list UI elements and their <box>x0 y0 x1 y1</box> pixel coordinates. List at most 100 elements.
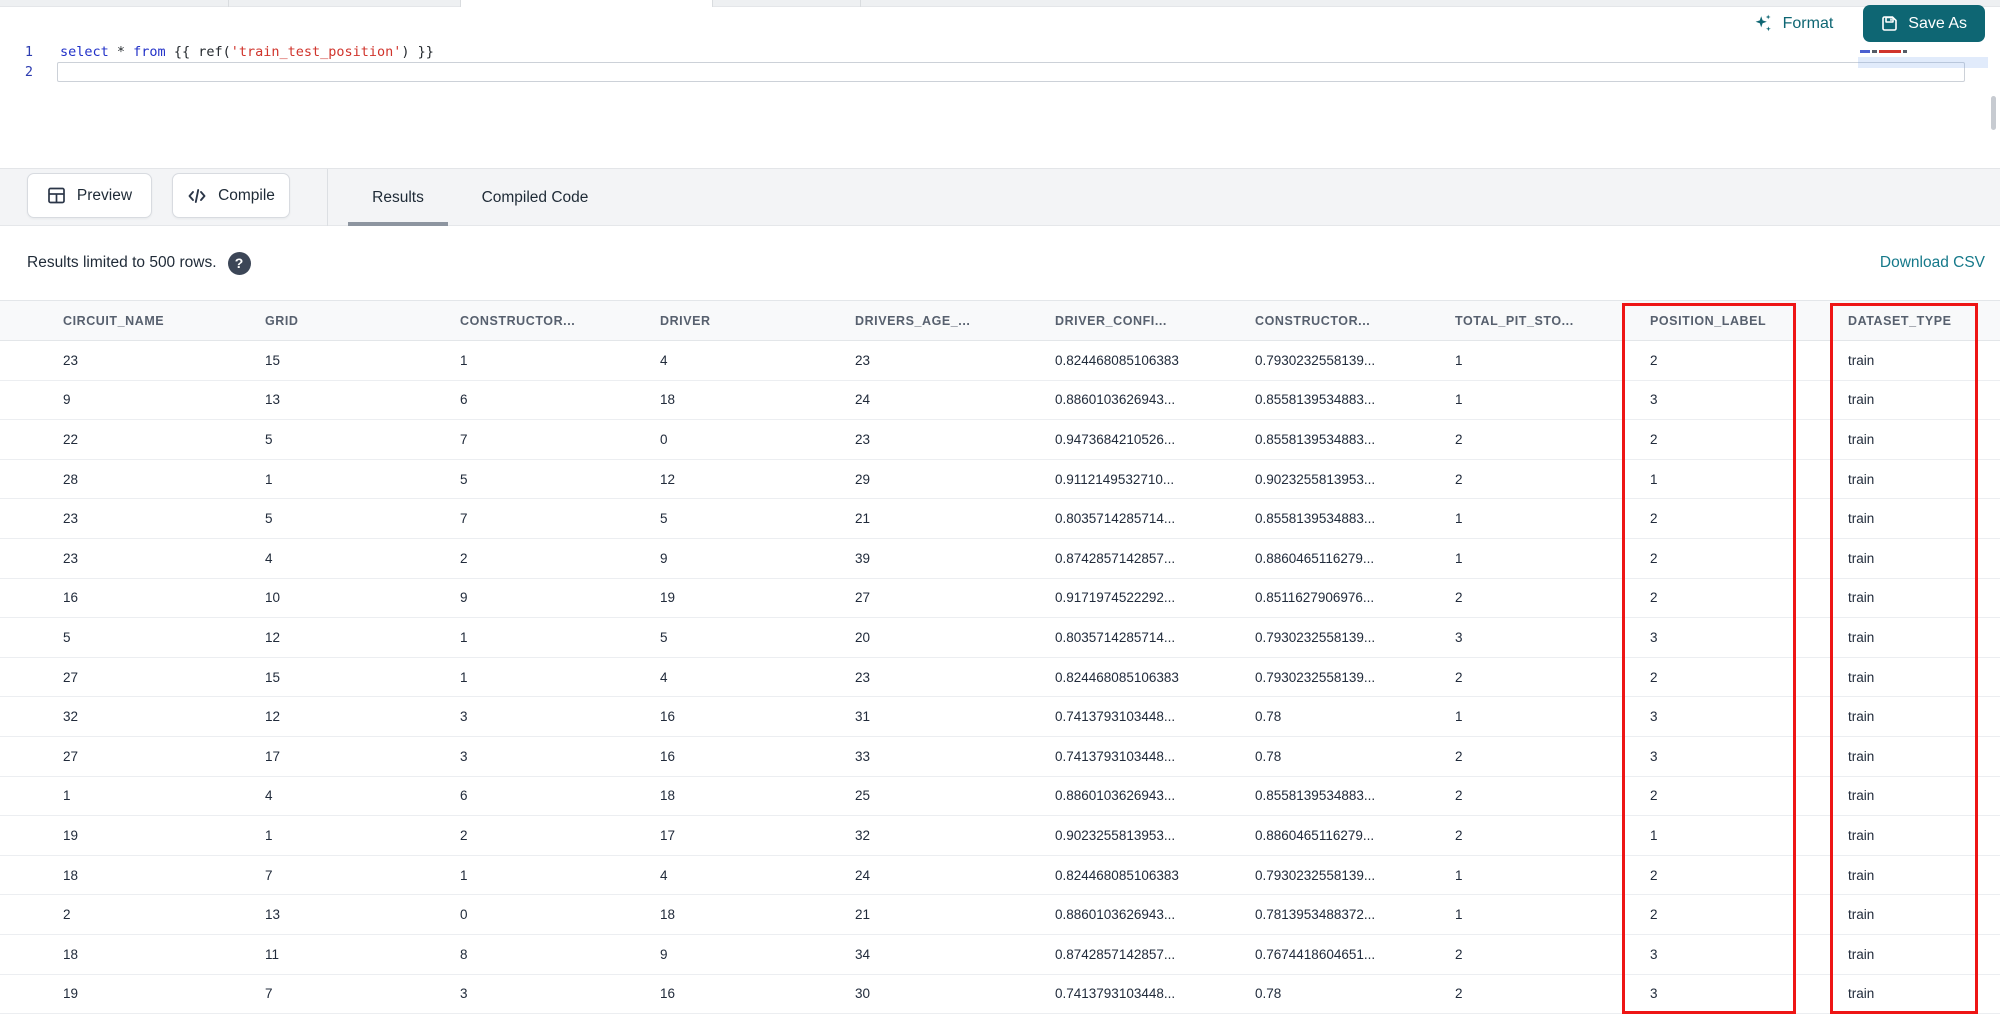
table-cell: 16 <box>660 709 676 725</box>
table-cell: 18 <box>63 867 79 883</box>
table-cell: 5 <box>265 431 273 447</box>
preview-button[interactable]: Preview <box>27 173 152 218</box>
save-as-button[interactable]: Save As <box>1863 5 1985 42</box>
table-cell: 18 <box>660 907 676 923</box>
table-cell: 0.78 <box>1255 986 1282 1002</box>
table-cell: 2 <box>1455 590 1463 606</box>
code-lines[interactable]: select * from {{ ref('train_test_positio… <box>57 42 1965 82</box>
result-tabs: Results Compiled Code <box>348 169 610 226</box>
column-header[interactable]: DATASET_TYPE <box>1833 301 2000 341</box>
table-cell: 9 <box>660 946 668 962</box>
table-cell: 23 <box>63 352 79 368</box>
table-cell: 27 <box>855 590 871 606</box>
ide-root: Format Save As 1 2 select * from {{ ref('… <box>0 0 2000 1020</box>
table-cell: 0.7930232558139... <box>1255 867 1376 883</box>
table-cell: 1 <box>1455 392 1463 408</box>
table-cell: train <box>1848 511 1875 527</box>
table-cell: 4 <box>660 352 668 368</box>
column-header[interactable]: CIRCUIT_NAME <box>0 301 250 341</box>
table-cell: 33 <box>855 748 871 764</box>
column-header[interactable]: DRIVERS_AGE_... <box>840 301 1040 341</box>
column-header[interactable]: TOTAL_PIT_STO... <box>1440 301 1635 341</box>
table-cell: 18 <box>63 946 79 962</box>
column-header[interactable]: POSITION_LABEL <box>1635 301 1833 341</box>
table-row: 32 12 3 16 31 0.7413793103448... 0.78 1 3 train <box>0 697 2000 737</box>
table-cell: 5 <box>460 471 468 487</box>
table-row: 16 10 9 19 27 0.9171974522292... 0.85116279069… <box>0 578 2000 618</box>
table-cell: 1 <box>460 352 468 368</box>
minimap[interactable] <box>1858 48 1988 74</box>
table-cell: 7 <box>265 867 273 883</box>
column-header[interactable]: DRIVER <box>645 301 840 341</box>
save-as-label: Save As <box>1908 14 1967 32</box>
table-cell: 22 <box>63 431 79 447</box>
table-cell: 18 <box>660 392 676 408</box>
table-cell: train <box>1848 788 1875 804</box>
table-cell: 23 <box>63 511 79 527</box>
column-header[interactable]: GRID <box>250 301 445 341</box>
table-cell: 0.78 <box>1255 748 1282 764</box>
table-cell: 1 <box>460 629 468 645</box>
table-cell: 21 <box>855 511 871 527</box>
table-cell: 1 <box>1650 471 1658 487</box>
table-row: 28 1 5 12 29 0.9112149532710... 0.902325581395… <box>0 459 2000 499</box>
table-cell: 0.8742857142857... <box>1055 946 1176 962</box>
table-cell: 19 <box>63 986 79 1002</box>
table-cell: 3 <box>1650 986 1658 1002</box>
table-cell: 2 <box>1650 431 1658 447</box>
column-header[interactable]: CONSTRUCTOR... <box>445 301 645 341</box>
table-cell: 2 <box>1455 471 1463 487</box>
format-button[interactable]: Format <box>1753 13 1833 34</box>
table-cell: train <box>1848 827 1875 843</box>
table-cell: 2 <box>460 550 468 566</box>
code-line[interactable]: select * from {{ ref('train_test_positio… <box>57 42 1965 62</box>
table-cell: 0.7813953488372... <box>1255 907 1376 923</box>
column-header[interactable]: DRIVER_CONFI... <box>1040 301 1240 341</box>
table-cell: 39 <box>855 550 871 566</box>
table-cell: 9 <box>63 392 71 408</box>
editor-toolbar: Format Save As <box>1753 5 1985 42</box>
minimap-viewport <box>1858 57 1988 68</box>
sparkle-icon <box>1755 14 1771 32</box>
tab-compiled-code[interactable]: Compiled Code <box>460 169 610 226</box>
table-cell: 2 <box>1455 827 1463 843</box>
tab-results[interactable]: Results <box>348 169 448 226</box>
table-cell: 21 <box>855 907 871 923</box>
table-cell: 24 <box>855 392 871 408</box>
table-body: 23 15 1 4 23 0.824468085106383 0.7930232558139… <box>0 341 2000 1014</box>
table-cell: 15 <box>265 669 281 685</box>
column-header[interactable]: CONSTRUCTOR... <box>1240 301 1440 341</box>
results-limit-text: Results limited to 500 rows. <box>27 254 217 271</box>
table-cell: 16 <box>660 748 676 764</box>
editor-scrollbar[interactable] <box>1991 96 1996 130</box>
table-cell: 4 <box>265 550 273 566</box>
table-cell: train <box>1848 748 1875 764</box>
table-row: 1 4 6 18 25 0.8860103626943... 0.8558139534883… <box>0 776 2000 816</box>
table-cell: 3 <box>1455 629 1463 645</box>
code-token: {{ ref( <box>165 44 231 60</box>
table-cell: 15 <box>265 352 281 368</box>
code-token: from <box>133 44 166 60</box>
table-cell: train <box>1848 907 1875 923</box>
code-line[interactable] <box>57 62 1965 82</box>
compile-button[interactable]: Compile <box>172 173 290 218</box>
table-cell: 0.7413793103448... <box>1055 986 1176 1002</box>
table-cell: 23 <box>855 352 871 368</box>
code-icon <box>188 188 206 203</box>
active-file-tab[interactable] <box>460 0 713 7</box>
table-cell: 0.824468085106383 <box>1055 867 1179 883</box>
table-cell: 1 <box>460 867 468 883</box>
table-cell: 0.8558139534883... <box>1255 431 1376 447</box>
help-icon[interactable]: ? <box>227 251 251 275</box>
table-cell: 16 <box>660 986 676 1002</box>
code-token: * <box>108 44 134 60</box>
table-cell: 1 <box>1455 907 1463 923</box>
table-cell: 0.9023255813953... <box>1055 827 1176 843</box>
results-info-bar: Results limited to 500 rows. ? Download … <box>0 226 2000 300</box>
table-cell: 3 <box>1650 709 1658 725</box>
table-cell: 1 <box>1455 550 1463 566</box>
table-row: 18 7 1 4 24 0.824468085106383 0.7930232558139.… <box>0 855 2000 895</box>
table-cell: 34 <box>855 946 871 962</box>
table-cell: 0 <box>460 907 468 923</box>
download-csv-link[interactable]: Download CSV <box>1880 254 1985 272</box>
